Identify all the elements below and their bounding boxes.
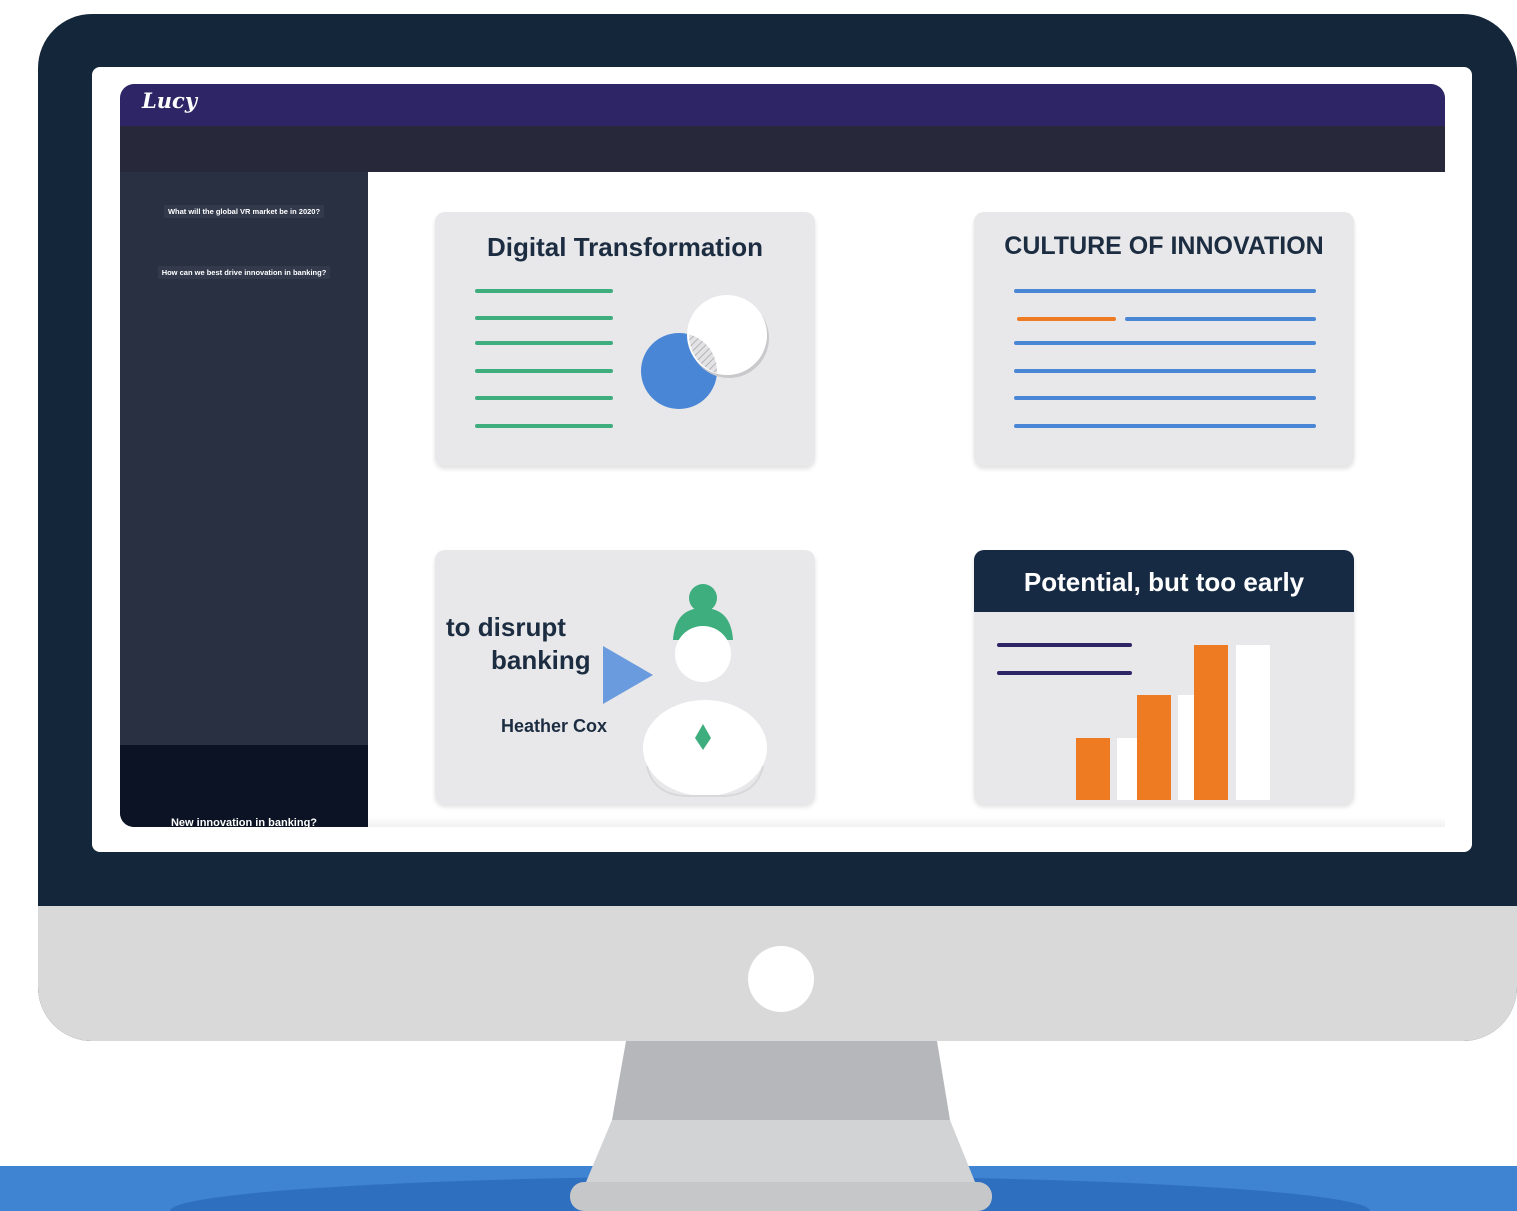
card-video-heather-cox[interactable]: to disrupt banking Heather Cox xyxy=(435,550,815,804)
sidebar-item-new-innovation[interactable]: New innovation in banking? xyxy=(120,817,368,827)
video-caption-line2: banking xyxy=(491,645,591,675)
card-digital-transformation[interactable]: Digital Transformation xyxy=(435,212,815,466)
app-toolbar xyxy=(120,126,1445,172)
app-window: Lucy What will the global VR market be i… xyxy=(120,84,1445,827)
presenter-name: Heather Cox xyxy=(501,716,608,736)
card-potential-too-early[interactable]: Potential, but too early xyxy=(974,550,1354,804)
app-logo[interactable]: Lucy xyxy=(142,88,197,113)
sidebar-item-innovation-banking[interactable]: How can we best drive innovation in bank… xyxy=(120,266,368,279)
bar-chart-icon xyxy=(997,643,1270,800)
sidebar-item-label: How can we best drive innovation in bank… xyxy=(157,266,331,279)
content-area: Digital Transformation CULTURE OF INNOVA… xyxy=(368,172,1445,827)
sidebar-item-vr-market[interactable]: What will the global VR market be in 202… xyxy=(120,205,368,218)
venn-icon xyxy=(641,295,769,409)
sidebar: What will the global VR market be in 202… xyxy=(120,172,368,827)
content-bottom-edge xyxy=(368,817,1445,827)
sidebar-item-label: What will the global VR market be in 202… xyxy=(163,205,325,218)
card-illustration xyxy=(1014,289,1316,428)
card-illustration xyxy=(475,289,769,428)
card-illustration xyxy=(603,584,767,797)
video-caption-line1: to disrupt xyxy=(446,612,566,642)
app-header: Lucy xyxy=(120,84,1445,126)
sidebar-footer: New innovation in banking? xyxy=(120,745,368,827)
play-icon xyxy=(603,646,653,704)
power-button-icon xyxy=(748,946,814,1012)
presenter-icon xyxy=(643,584,767,797)
card-culture-of-innovation[interactable]: CULTURE OF INNOVATION xyxy=(974,212,1354,466)
